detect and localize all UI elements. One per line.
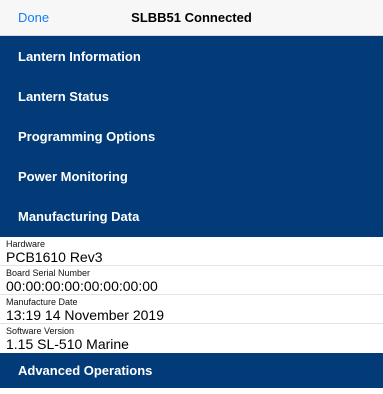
list-item: Board Serial Number 00:00:00:00:00:00:00… (0, 266, 383, 295)
board-serial-value: 00:00:00:00:00:00:00:00 (6, 278, 158, 294)
manufacturing-data-list: Hardware PCB1610 Rev3 Board Serial Numbe… (0, 237, 383, 353)
navigation-bar: Done SLBB51 Connected (0, 0, 383, 36)
software-version-value: 1.15 SL-510 Marine (6, 336, 129, 352)
hardware-label: Hardware (6, 239, 46, 249)
section-lantern-information[interactable]: Lantern Information (0, 36, 383, 76)
list-item: Manufacture Date 13:19 14 November 2019 (0, 295, 383, 324)
software-version-label: Software Version (6, 326, 75, 336)
hardware-value: PCB1610 Rev3 (6, 249, 103, 265)
manufacture-date-label: Manufacture Date (6, 297, 78, 307)
manufacture-date-value: 13:19 14 November 2019 (6, 307, 164, 323)
list-item: Hardware PCB1610 Rev3 (0, 237, 383, 266)
nav-title: SLBB51 Connected (131, 10, 252, 25)
list-item: Software Version 1.15 SL-510 Marine (0, 324, 383, 353)
section-power-monitoring[interactable]: Power Monitoring (0, 156, 383, 196)
board-serial-label: Board Serial Number (6, 268, 91, 278)
section-manufacturing-data[interactable]: Manufacturing Data (0, 196, 383, 237)
section-lantern-status[interactable]: Lantern Status (0, 76, 383, 116)
section-advanced-operations[interactable]: Advanced Operations (0, 353, 383, 388)
section-programming-options[interactable]: Programming Options (0, 116, 383, 156)
